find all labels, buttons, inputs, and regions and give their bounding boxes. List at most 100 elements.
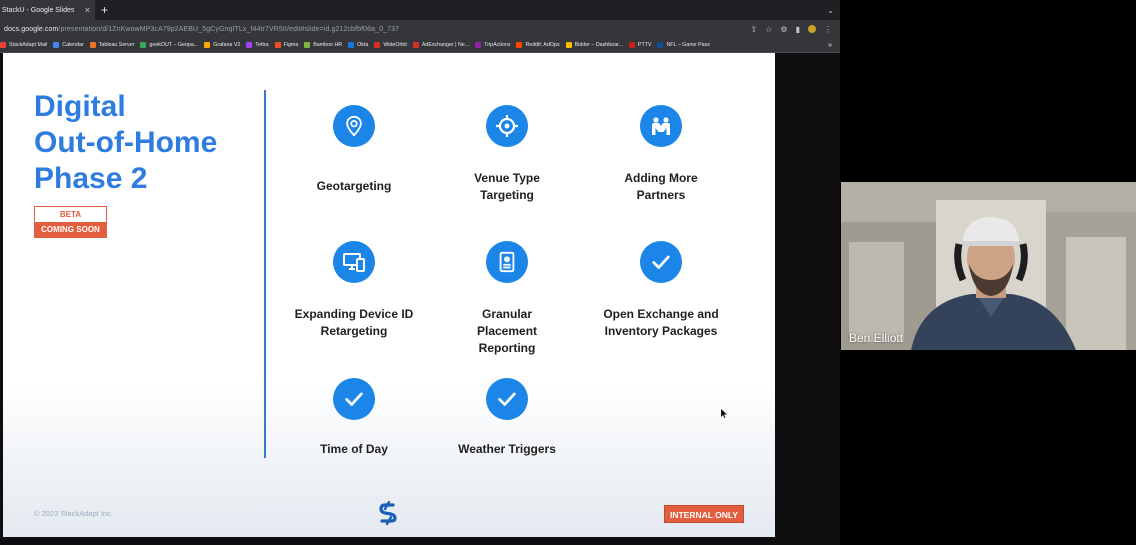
profile-avatar-icon[interactable] xyxy=(808,25,816,33)
bookmark-item[interactable]: Figma xyxy=(274,42,298,48)
slide-title: Digital Out-of-Home Phase 2 xyxy=(34,89,217,197)
bookmark-item[interactable]: Grafana V2 xyxy=(204,42,240,48)
feature-expanding-device-id-retargeting: Expanding Device ID Retargeting xyxy=(274,241,434,340)
more-bookmarks-icon[interactable]: » xyxy=(828,42,832,49)
bookmark-favicon-icon xyxy=(348,42,355,48)
vertical-divider xyxy=(264,90,266,458)
url-text[interactable]: docs.google.com/presentation/d/1ZnKwowMP… xyxy=(4,26,399,33)
participant-video-image xyxy=(841,182,1136,350)
tab-title: StackU - Google Slides xyxy=(2,6,75,14)
bookmark-favicon-icon xyxy=(53,42,60,48)
bookmark-item[interactable]: Calendar xyxy=(53,42,84,48)
bookmark-item[interactable]: Tettra xyxy=(246,42,269,48)
bookmark-label: geekOUT – Geopa... xyxy=(149,42,199,48)
report-icon xyxy=(486,241,528,283)
bookmark-favicon-icon xyxy=(89,42,96,48)
bookmark-label: AdExchanger | Ne... xyxy=(421,42,470,48)
bookmark-item[interactable]: NFL – Game Pass xyxy=(657,42,710,48)
extensions-icon[interactable]: ⚙ xyxy=(780,25,787,34)
bookmark-favicon-icon xyxy=(204,42,211,48)
feature-geotargeting: Geotargeting xyxy=(274,105,434,195)
bookmark-favicon-icon xyxy=(657,42,664,48)
copyright: © 2023 StackAdapt Inc. xyxy=(34,509,113,518)
tab-search-chevron-icon[interactable]: ⌄ xyxy=(827,6,834,15)
bookmark-item[interactable]: Tableau Server xyxy=(89,42,135,48)
share-icon[interactable]: ⇧ xyxy=(751,25,758,34)
url-path: /presentation/d/1ZnKwowMP3cA79p2AEBU_5gC… xyxy=(58,25,400,33)
bookmark-item[interactable]: Bamboo HR xyxy=(304,42,342,48)
bookmark-item[interactable]: StackAdapt Mail xyxy=(0,42,47,48)
beta-label: BETA xyxy=(34,206,107,222)
bookmark-label: Bidder – Dashboar... xyxy=(574,42,623,48)
participant-video-tile[interactable]: Ben Elliott xyxy=(841,182,1136,350)
feature-label: Geotargeting xyxy=(316,179,392,193)
tab-bar: StackU - Google Slides × + ⌄ xyxy=(0,0,840,20)
bookmark-label: PTTV xyxy=(637,42,652,48)
tab-close-icon[interactable]: × xyxy=(85,5,90,15)
bookmark-favicon-icon xyxy=(628,42,635,48)
bookmark-label: Calendar xyxy=(62,42,84,48)
bookmark-label: NFL – Game Pass xyxy=(666,42,710,48)
bookmarks-bar: StackAdapt Mail Calendar Tableau Server gee… xyxy=(0,38,840,53)
feature-label: Venue Type Targeting xyxy=(474,171,540,202)
devices-icon xyxy=(333,241,375,283)
bookmark-favicon-icon xyxy=(374,42,381,48)
participant-name: Ben Elliott xyxy=(849,331,904,345)
bookmark-label: Grafana V2 xyxy=(213,42,241,48)
screen: StackU - Google Slides × + ⌄ docs.google… xyxy=(0,0,1136,545)
feature-label: Weather Triggers xyxy=(458,442,556,456)
address-bar[interactable]: docs.google.com/presentation/d/1ZnKwowMP… xyxy=(0,20,840,38)
bookmark-item[interactable]: geekOUT – Geopa... xyxy=(140,42,198,48)
bookmark-label: StackAdapt Mail xyxy=(9,42,48,48)
browser-window: StackU - Google Slides × + ⌄ docs.google… xyxy=(0,0,840,545)
internal-only-badge: INTERNAL ONLY xyxy=(664,505,744,523)
bookmark-label: WideOrbit xyxy=(383,42,407,48)
bookmark-item[interactable]: PTTV xyxy=(628,42,652,48)
address-bar-actions: ⇧ ☆ ⚙ ▮ ⋮ xyxy=(751,25,840,34)
feature-venue-type-targeting: Venue Type Targeting xyxy=(427,105,587,204)
bookmark-label: TripActions xyxy=(484,42,511,48)
bookmark-favicon-icon xyxy=(0,42,6,48)
beta-badge: BETA COMING SOON xyxy=(34,206,107,238)
feature-adding-more-partners: Adding More Partners xyxy=(581,105,741,204)
bookmark-favicon-icon xyxy=(475,42,482,48)
stackadapt-logo-icon xyxy=(379,501,397,525)
bookmark-label: Tableau Server xyxy=(98,42,135,48)
checkmark-icon xyxy=(486,378,528,420)
bookmark-item[interactable]: Reddit: AdOps xyxy=(516,42,560,48)
url-host: docs.google.com xyxy=(4,25,59,33)
bookmark-star-icon[interactable]: ☆ xyxy=(765,25,772,34)
mouse-cursor-icon xyxy=(721,409,727,418)
feature-granular-placement-reporting: Granular Placement Reporting xyxy=(427,241,587,357)
feature-open-exchange-and-inventory-packages: Open Exchange and Inventory Packages xyxy=(581,241,741,340)
bookmark-item[interactable]: AdExchanger | Ne... xyxy=(412,42,470,48)
feature-label: Open Exchange and Inventory Packages xyxy=(603,307,719,338)
bookmark-label: Bamboo HR xyxy=(313,42,343,48)
checkmark-icon xyxy=(333,378,375,420)
title-line: Digital xyxy=(34,90,126,123)
bookmark-item[interactable]: Okta xyxy=(348,42,368,48)
new-tab-icon[interactable]: + xyxy=(101,3,108,17)
bookmark-item[interactable]: Bidder – Dashboar... xyxy=(565,42,623,48)
title-line: Phase 2 xyxy=(34,162,148,195)
coming-soon-label: COMING SOON xyxy=(34,222,107,238)
bookmark-favicon-icon xyxy=(304,42,311,48)
title-line: Out-of-Home xyxy=(34,126,218,159)
sidepanel-icon[interactable]: ▮ xyxy=(796,25,800,34)
bookmark-favicon-icon xyxy=(140,42,147,48)
menu-kebab-icon[interactable]: ⋮ xyxy=(824,25,832,34)
bookmark-favicon-icon xyxy=(274,42,281,48)
bookmark-favicon-icon xyxy=(246,42,253,48)
feature-label: Adding More Partners xyxy=(624,171,698,202)
feature-label: Granular Placement Reporting xyxy=(476,307,538,355)
bookmark-favicon-icon xyxy=(565,42,572,48)
bookmark-item[interactable]: WideOrbit xyxy=(374,42,407,48)
bookmark-item[interactable]: TripActions xyxy=(475,42,510,48)
bookmark-favicon-icon xyxy=(412,42,419,48)
tab-active[interactable]: StackU - Google Slides × xyxy=(0,0,95,20)
bookmark-favicon-icon xyxy=(516,42,523,48)
feature-label: Time of Day xyxy=(320,442,388,456)
feature-time-of-day: Time of Day xyxy=(274,378,434,458)
checkmark-icon xyxy=(640,241,682,283)
target-icon xyxy=(486,105,528,147)
